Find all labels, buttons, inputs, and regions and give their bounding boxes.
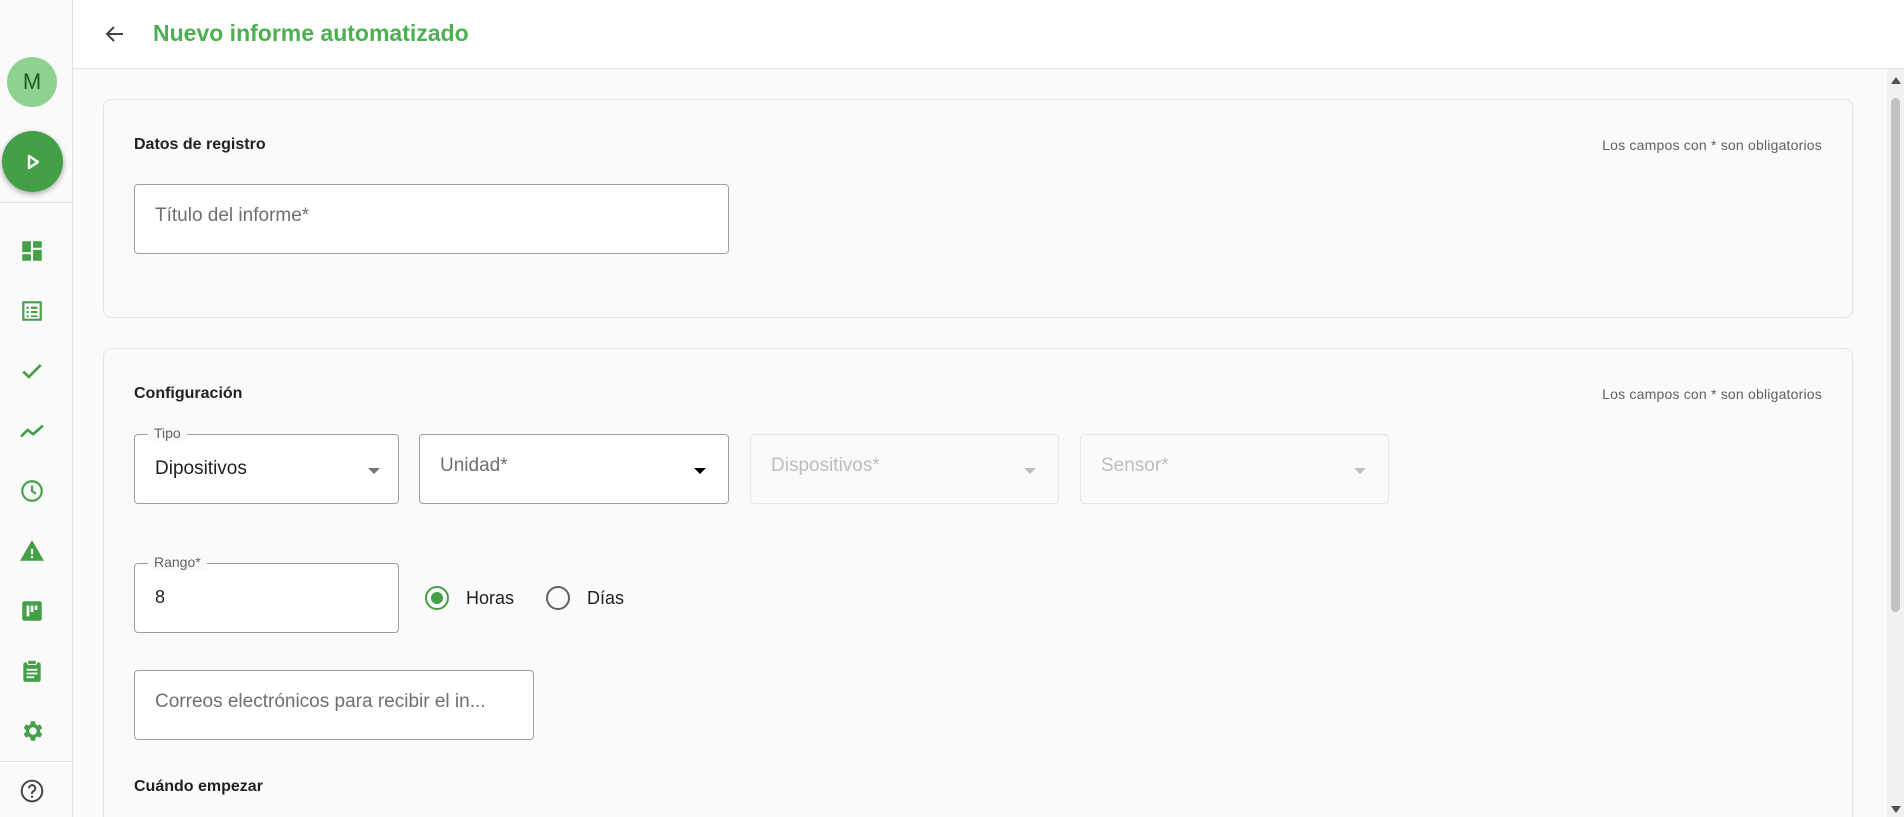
dashboard-icon	[22, 241, 42, 261]
play-icon	[27, 154, 39, 169]
sidebar-item-dashboard[interactable]	[18, 237, 46, 265]
titulo-placeholder: Título del informe*	[155, 205, 310, 226]
scroll-down-arrow-icon[interactable]	[1891, 806, 1901, 813]
sensor-placeholder: Sensor*	[1101, 455, 1169, 476]
trend-icon	[20, 424, 44, 438]
sidebar-item-clock[interactable]	[18, 477, 46, 505]
titulo-input[interactable]: Título del informe*	[134, 184, 729, 254]
chevron-down-icon	[1024, 468, 1036, 474]
unidad-placeholder: Unidad*	[440, 455, 508, 476]
chevron-down-icon	[368, 468, 380, 474]
scroll-up-arrow-icon[interactable]	[1891, 77, 1901, 84]
help-icon	[20, 779, 44, 803]
rango-input[interactable]: Rango* 8	[134, 554, 399, 633]
sidebar-item-trend[interactable]	[18, 417, 46, 445]
chevron-down-icon	[1354, 468, 1366, 474]
sidebar-divider	[0, 202, 72, 203]
page-title: Nuevo informe automatizado	[153, 20, 469, 46]
dispositivos-placeholder: Dispositivos*	[771, 455, 880, 476]
configuracion-title: Configuración	[134, 385, 243, 402]
sidebar-item-clipboard[interactable]	[18, 657, 46, 685]
sidebar-item-board[interactable]	[18, 597, 46, 625]
sidebar-item-settings[interactable]	[18, 717, 46, 745]
sidebar-item-list[interactable]	[18, 297, 46, 325]
sidebar: M	[0, 0, 73, 817]
board-icon	[22, 601, 42, 621]
avatar[interactable]: M	[7, 57, 57, 107]
tipo-select[interactable]: Tipo Dipositivos	[134, 425, 399, 504]
tipo-value: Dipositivos	[155, 458, 247, 479]
sidebar-item-help[interactable]	[18, 777, 46, 805]
check-icon	[22, 364, 42, 379]
scrollbar[interactable]	[1887, 69, 1904, 817]
dispositivos-select: Dispositivos*	[750, 434, 1059, 504]
chevron-down-icon	[694, 468, 706, 474]
avatar-initial: M	[22, 69, 42, 94]
back-button[interactable]	[99, 18, 131, 50]
configuracion-card: Configuración Los campos con * son oblig…	[103, 348, 1853, 817]
required-note: Los campos con * son obligatorios	[1602, 137, 1822, 153]
cuando-empezar-heading: Cuándo empezar	[134, 778, 263, 795]
dias-label: Días	[587, 588, 625, 608]
gear-icon	[23, 721, 43, 741]
tipo-label: Tipo	[148, 425, 187, 441]
arrow-left-icon	[105, 26, 123, 42]
sidebar-divider	[0, 761, 72, 762]
rango-value: 8	[155, 587, 166, 607]
sensor-select: Sensor*	[1080, 434, 1389, 504]
list-icon	[22, 301, 42, 321]
play-button[interactable]	[2, 131, 63, 192]
unidad-select[interactable]: Unidad*	[419, 434, 729, 504]
rango-label: Rango*	[148, 554, 207, 570]
horas-label: Horas	[466, 588, 515, 608]
dias-radio[interactable]	[546, 586, 570, 610]
sidebar-item-check[interactable]	[18, 357, 46, 385]
sidebar-item-warning[interactable]	[18, 537, 46, 565]
horas-radio[interactable]	[425, 586, 449, 610]
clock-icon	[21, 480, 43, 502]
correos-placeholder: Correos electrónicos para recibir el in.…	[155, 691, 486, 712]
warning-icon	[20, 540, 44, 561]
page-header: Nuevo informe automatizado	[73, 0, 1904, 69]
registro-title: Datos de registro	[134, 136, 266, 153]
correos-input[interactable]: Correos electrónicos para recibir el in.…	[134, 670, 534, 740]
registro-card: Datos de registro Los campos con * son o…	[103, 99, 1853, 318]
required-note: Los campos con * son obligatorios	[1602, 386, 1822, 402]
scrollbar-thumb[interactable]	[1891, 98, 1900, 612]
clipboard-icon	[23, 659, 41, 682]
